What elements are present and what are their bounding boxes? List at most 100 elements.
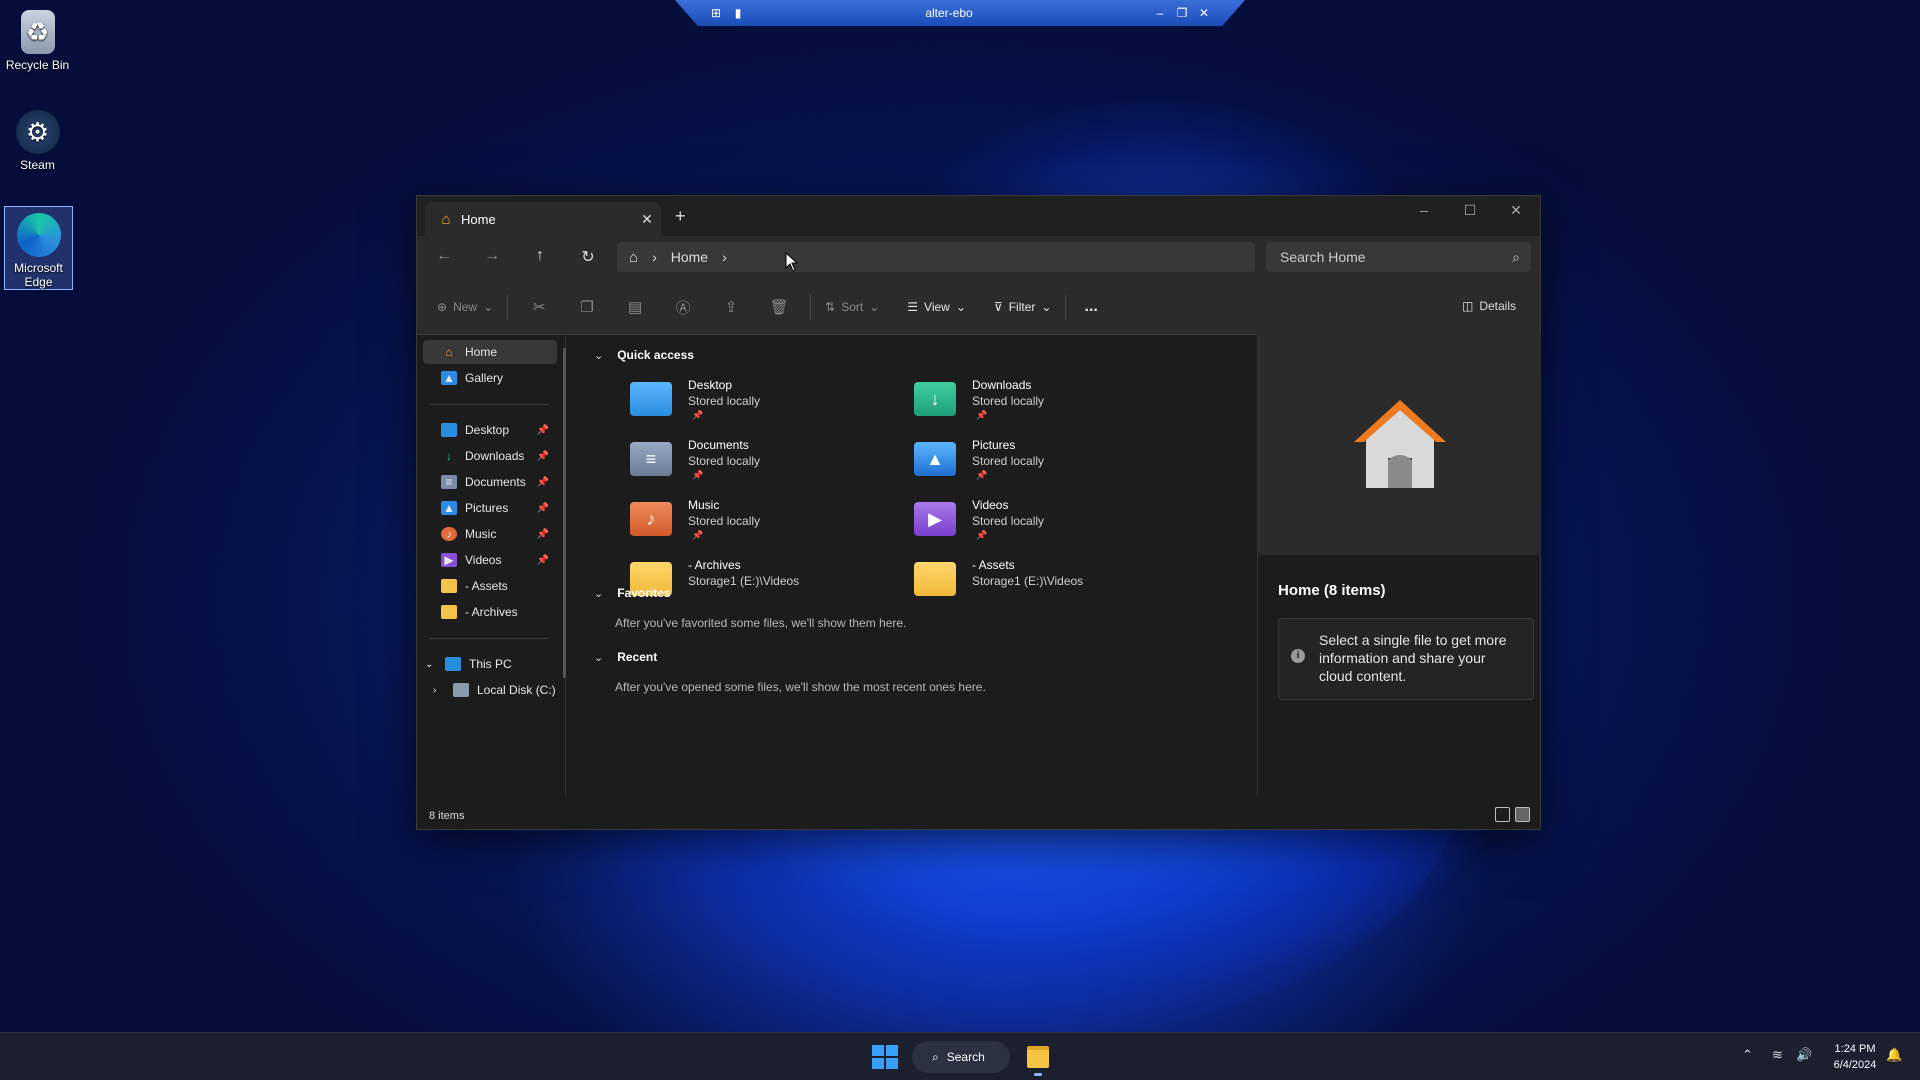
minimize-icon[interactable]: – [1149,6,1171,20]
details-button[interactable]: ◫ Details [1462,299,1516,313]
quick-access-documents[interactable]: ≡ Documents Stored locally 📌 [630,438,910,486]
desktop-icon-steam[interactable]: ⚙ Steam [4,104,71,172]
details-view-icon[interactable] [1495,807,1510,822]
forward-arrow-icon[interactable]: → [478,247,506,265]
up-arrow-icon[interactable]: ↑ [526,247,554,265]
search-placeholder: Search Home [1280,249,1366,265]
close-tab-icon[interactable]: ✕ [633,211,661,228]
sidebar-item-downloads[interactable]: ↓ Downloads 📌 [441,444,559,468]
chevron-down-icon[interactable]: ⌄ [594,651,603,664]
folder-icon [1027,1046,1049,1068]
tiles-view-icon[interactable] [1515,807,1530,822]
chevron-right-icon[interactable]: › [433,685,445,696]
taskbar-search-button[interactable]: ⌕ Search [912,1041,1010,1073]
close-window-button[interactable]: ✕ [1494,202,1538,219]
sort-button[interactable]: ⇅ Sort ⌄ [825,300,879,314]
desktop-icon-label: Recycle Bin [5,58,70,72]
sidebar-item-this-pc[interactable]: ⌄ This PC [425,652,559,676]
item-location: Storage1 (E:)\Videos [688,574,800,588]
search-icon: ⌕ [932,1049,939,1064]
copy-button[interactable]: ❐ [570,298,604,316]
quick-access-archives[interactable]: - Archives Storage1 (E:)\Videos [630,558,910,606]
new-button[interactable]: ⊕ New ⌄ [437,300,493,314]
pictures-icon: ▲ [441,501,457,515]
pin-icon[interactable]: 📌 [537,555,549,566]
sidebar-item-gallery[interactable]: ▲ Gallery [441,366,559,390]
minimize-button[interactable]: – [1402,202,1446,218]
notification-bell-icon[interactable]: 🔔 [1886,1047,1902,1063]
download-icon: ↓ [446,449,452,463]
title-bar[interactable]: ⌂ Home ✕ + – ☐ ✕ [417,196,1540,236]
chevron-up-icon[interactable]: ⌃ [1742,1047,1753,1063]
search-input[interactable]: Search Home ⌕ [1266,242,1531,272]
sidebar-item-music[interactable]: ♪ Music 📌 [441,522,559,546]
quick-access-music[interactable]: ♪ Music Stored locally 📌 [630,498,910,546]
system-clock[interactable]: 1:24 PM 6/4/2024 [1828,1041,1882,1073]
status-bar: 8 items [417,795,1540,829]
chevron-down-icon[interactable]: ⌄ [594,587,603,600]
sidebar-item-label: Local Disk (C:) [477,683,556,697]
taskbar-search-label: Search [946,1050,985,1064]
sidebar-item-home[interactable]: ⌂ Home [423,340,557,364]
more-options-button[interactable]: ... [1084,298,1097,316]
file-explorer-taskbar-icon[interactable] [1022,1041,1054,1076]
sidebar-item-assets[interactable]: - Assets [441,574,559,598]
sidebar-item-pictures[interactable]: ▲ Pictures 📌 [441,496,559,520]
folder-icon [441,579,457,593]
quick-access-desktop[interactable]: Desktop Stored locally 📌 [630,378,910,426]
restore-icon[interactable]: ❐ [1171,6,1193,20]
breadcrumb-home[interactable]: Home [671,249,708,265]
wifi-icon[interactable]: ≋ [1772,1047,1783,1063]
sidebar-item-label: Pictures [465,501,509,515]
volume-icon[interactable]: 🔊 [1796,1047,1812,1063]
pin-icon[interactable]: 📌 [537,477,549,488]
cut-button[interactable]: ✂ [522,298,556,316]
windows-start-icon[interactable] [872,1045,898,1069]
desktop-icon-recycle-bin[interactable]: ♻ Recycle Bin [4,4,71,72]
home-icon[interactable]: ⌂ [629,249,638,266]
file-explorer-window[interactable]: ⌂ Home ✕ + – ☐ ✕ ← → ↑ ↻ ⌂ › Home › Sear… [416,195,1541,830]
filter-button[interactable]: ⊽ Filter ⌄ [994,300,1052,314]
quick-access-videos[interactable]: ▶ Videos Stored locally 📌 [914,498,1194,546]
chevron-down-icon[interactable]: ⌄ [594,349,603,362]
sidebar-item-local-disk[interactable]: › Local Disk (C:) [433,678,561,702]
sidebar-item-desktop[interactable]: Desktop 📌 [441,418,559,442]
edge-icon [16,213,61,257]
sidebar-item-label: Downloads [465,449,525,463]
back-arrow-icon[interactable]: ← [430,247,458,265]
sidebar-item-documents[interactable]: ≡ Documents 📌 [441,470,559,494]
remote-session-bar[interactable]: ⊞ ▮ alter-ebo – ❐ ✕ [675,0,1245,26]
item-name: Downloads [972,378,1032,392]
maximize-button[interactable]: ☐ [1448,202,1492,219]
share-icon: ⇪ [724,299,738,316]
paste-button[interactable]: ▤ [618,298,652,316]
close-icon[interactable]: ✕ [1193,6,1215,20]
new-tab-button[interactable]: + [675,206,686,227]
breadcrumb[interactable]: ⌂ › Home › [617,242,1255,272]
pin-icon[interactable]: 📌 [537,503,549,514]
view-button[interactable]: ☰ View ⌄ [907,300,966,314]
section-favorites[interactable]: ⌄ Favorites [594,586,671,600]
divider [1065,294,1067,320]
refresh-icon[interactable]: ↻ [574,247,602,267]
rename-button[interactable]: Ⓐ [666,297,700,318]
pin-icon[interactable]: 📌 [537,451,549,462]
pin-icon[interactable]: 📌 [537,425,549,436]
documents-folder-icon: ≡ [630,442,672,476]
sidebar-item-videos[interactable]: ▶ Videos 📌 [441,548,559,572]
delete-button[interactable]: 🗑 [762,298,796,316]
share-button[interactable]: ⇪ [714,298,748,316]
chevron-right-icon[interactable]: › [722,249,727,265]
section-recent[interactable]: ⌄ Recent [594,650,657,664]
chevron-down-icon[interactable]: ⌄ [425,659,437,670]
section-quick-access[interactable]: ⌄ Quick access [594,348,694,362]
tab-home[interactable]: ⌂ Home ✕ [425,202,661,236]
quick-access-downloads[interactable]: ↓ Downloads Stored locally 📌 [914,378,1194,426]
sidebar-item-archives[interactable]: - Archives [441,600,559,624]
quick-access-pictures[interactable]: ▲ Pictures Stored locally 📌 [914,438,1194,486]
pin-icon[interactable]: ⊞ [705,6,727,20]
pin-icon[interactable]: 📌 [537,529,549,540]
sidebar-item-label: Music [465,527,497,541]
desktop-icon-edge[interactable]: Microsoft Edge [4,206,73,290]
quick-access-assets[interactable]: - Assets Storage1 (E:)\Videos [914,558,1194,606]
